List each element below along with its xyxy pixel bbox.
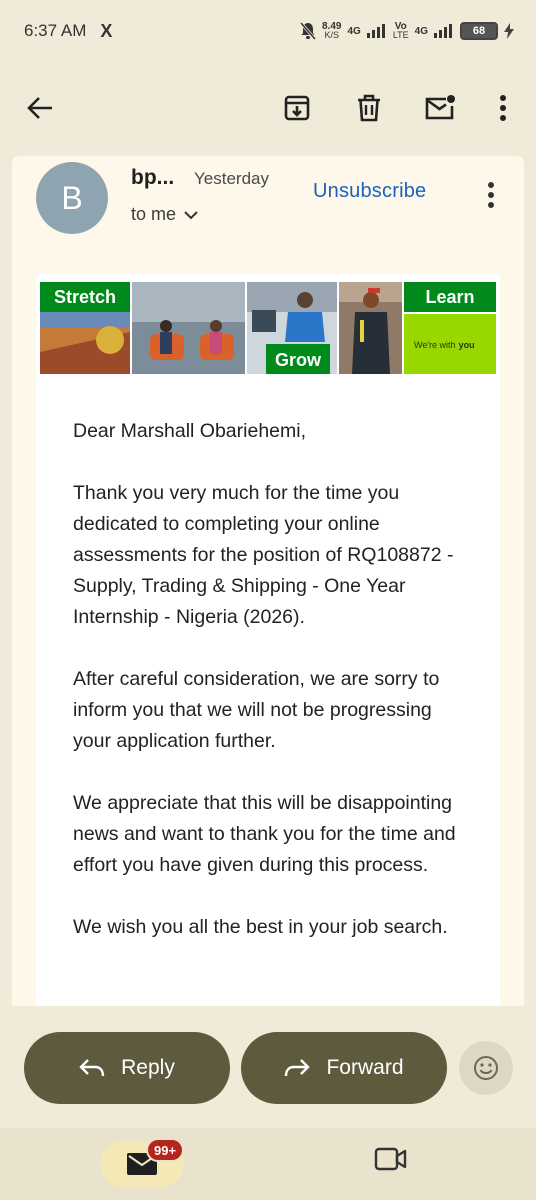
recipient-toggle[interactable]: to me (131, 204, 198, 225)
mark-unread-button[interactable] (418, 86, 462, 130)
archive-button[interactable] (275, 86, 319, 130)
forward-icon (285, 1059, 311, 1077)
network-1-label: 4G (347, 25, 361, 37)
status-time: 6:37 AM (24, 21, 87, 40)
sender-avatar[interactable]: B (36, 162, 108, 234)
more-vert-icon (500, 95, 506, 121)
greeting: Dear Marshall Obariehemi, (73, 420, 307, 442)
volte-indicator: Vo LTE (393, 22, 409, 40)
reply-icon (79, 1059, 105, 1077)
signal-icon-2 (434, 24, 454, 38)
paragraph-thanks: Thank you very much for the time you ded… (73, 482, 454, 628)
unsubscribe-link[interactable]: Unsubscribe (313, 180, 426, 203)
archive-icon (284, 95, 310, 121)
email-body-text: Dear Marshall Obariehemi, Thank you very… (73, 416, 473, 974)
net-speed: 8.49 K/S (322, 22, 341, 40)
email-banner-image: Stretch Grow Learn We're with you (40, 282, 496, 374)
video-camera-icon (374, 1147, 407, 1171)
paragraph-decision: After careful consideration, we are sorr… (73, 668, 440, 752)
email-date: Yesterday (194, 169, 269, 188)
message-more-button[interactable] (476, 174, 506, 214)
forward-button[interactable]: Forward (241, 1032, 447, 1104)
back-button[interactable] (18, 86, 62, 130)
recipient-label: to me (131, 204, 177, 224)
message-body: Stretch Grow Learn We're with you Dear M… (36, 274, 500, 1006)
meet-tab[interactable] (374, 1146, 414, 1182)
forward-label: Forward (326, 1056, 404, 1079)
reply-label: Reply (121, 1056, 175, 1079)
status-bar: 6:37 AM X 8.49 K/S 4G Vo LTE 4G 68 (0, 0, 536, 62)
network-type-1: 4G (347, 25, 361, 37)
mark-unread-icon (425, 95, 455, 120)
arrow-back-icon (27, 97, 52, 119)
grow-tag: Grow (275, 350, 322, 370)
more-options-button[interactable] (481, 86, 525, 130)
tagline-prefix: We're with (414, 340, 456, 350)
add-reaction-button[interactable] (459, 1041, 513, 1095)
paragraph-closing: We wish you all the best in your job sea… (73, 916, 448, 938)
signal-icon (366, 24, 387, 38)
email-card: B bp... Yesterday to me Unsubscribe Stre… (12, 156, 524, 1006)
learn-tag: Learn (425, 287, 474, 307)
notifications-off-icon (300, 22, 316, 40)
charging-bolt-icon (504, 23, 514, 39)
email-app-bar (0, 80, 536, 136)
paragraph-appreciation: We appreciate that this will be disappoi… (73, 792, 456, 876)
trash-icon (358, 94, 380, 122)
chevron-down-icon (184, 210, 198, 219)
tagline-brand: you (459, 340, 475, 350)
reply-button[interactable]: Reply (24, 1032, 230, 1104)
volte-bottom: LTE (392, 30, 409, 40)
delete-button[interactable] (347, 86, 391, 130)
network-2-label: 4G (414, 25, 428, 37)
stretch-tag: Stretch (54, 287, 116, 307)
bottom-navigation: 99+ (0, 1128, 536, 1200)
battery-icon: 68 (460, 22, 498, 40)
x-app-icon: X (100, 20, 113, 41)
smiley-icon (474, 1056, 498, 1080)
more-vert-icon (488, 182, 494, 208)
net-speed-unit: K/S (324, 30, 339, 40)
network-type-2: 4G (414, 25, 428, 37)
banner-tagline: We're with you (414, 340, 475, 350)
sender-name[interactable]: bp... (131, 166, 174, 190)
mail-unread-badge: 99+ (146, 1138, 185, 1162)
